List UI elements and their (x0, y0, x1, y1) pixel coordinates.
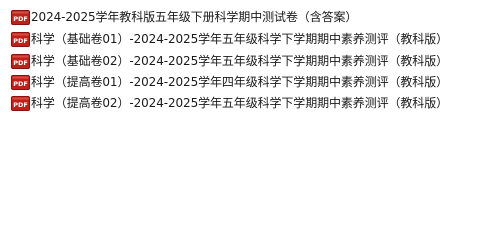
svg-text:PDF: PDF (13, 80, 28, 88)
svg-text:PDF: PDF (13, 59, 28, 67)
file-list: PDF 2024-2025学年教科版五年级下册科学期中测试卷（含答案） PDF … (0, 0, 478, 211)
pdf-icon: PDF (11, 75, 30, 90)
file-row[interactable]: PDF 科学（基础卷02）-2024-2025学年五年级科学下学期期中素养测评（… (11, 53, 448, 70)
svg-text:PDF: PDF (13, 15, 28, 23)
file-name[interactable]: 科学（提高卷02）-2024-2025学年五年级科学下学期期中素养测评（教科版） (31, 95, 448, 112)
file-name[interactable]: 2024-2025学年教科版五年级下册科学期中测试卷（含答案） (31, 9, 357, 26)
svg-text:PDF: PDF (13, 101, 28, 109)
file-name[interactable]: 科学（提高卷01）-2024-2025学年四年级科学下学期期中素养测评（教科版） (31, 74, 448, 91)
pdf-icon: PDF (11, 10, 30, 25)
file-name[interactable]: 科学（基础卷01）-2024-2025学年五年级科学下学期期中素养测评（教科版） (31, 31, 448, 48)
pdf-icon: PDF (11, 32, 30, 47)
file-row[interactable]: PDF 2024-2025学年教科版五年级下册科学期中测试卷（含答案） (11, 9, 357, 26)
file-name[interactable]: 科学（基础卷02）-2024-2025学年五年级科学下学期期中素养测评（教科版） (31, 53, 448, 70)
file-row[interactable]: PDF 科学（提高卷01）-2024-2025学年四年级科学下学期期中素养测评（… (11, 74, 448, 91)
pdf-icon: PDF (11, 54, 30, 69)
file-row[interactable]: PDF 科学（提高卷02）-2024-2025学年五年级科学下学期期中素养测评（… (11, 95, 448, 112)
pdf-icon: PDF (11, 96, 30, 111)
file-row[interactable]: PDF 科学（基础卷01）-2024-2025学年五年级科学下学期期中素养测评（… (11, 31, 448, 48)
svg-text:PDF: PDF (13, 37, 28, 45)
